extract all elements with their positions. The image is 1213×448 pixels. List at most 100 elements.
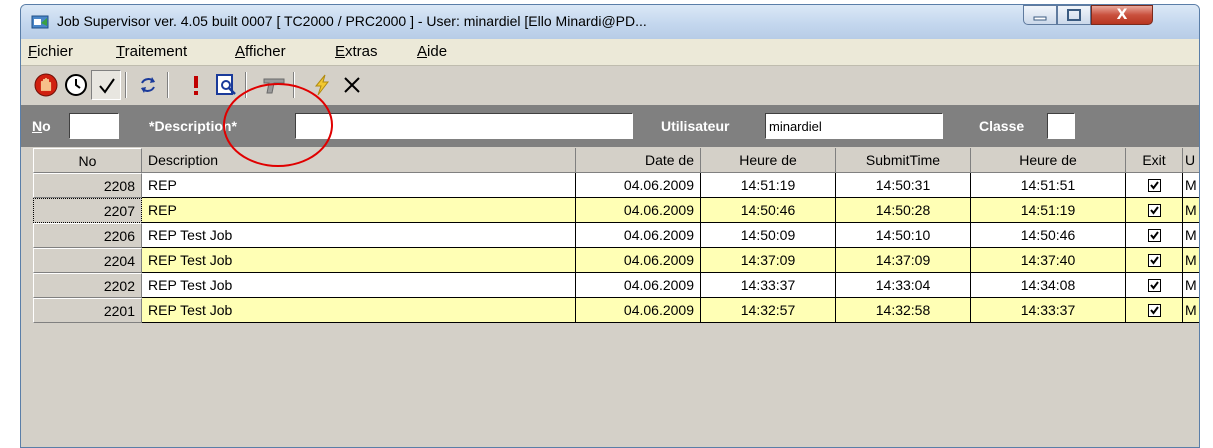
job-number-cell: 2204	[33, 248, 142, 273]
exit-checkbox[interactable]	[1147, 229, 1161, 242]
submit-time-cell: 14:50:28	[836, 198, 971, 223]
description-cell: REP Test Job	[142, 298, 576, 323]
exit-checkbox[interactable]	[1147, 304, 1161, 317]
maximize-icon	[1067, 9, 1081, 21]
class-label: Classe	[979, 118, 1025, 134]
user-cell: M	[1183, 248, 1199, 273]
date-cell: 04.06.2009	[576, 248, 701, 273]
scheduler-button[interactable]	[61, 70, 91, 100]
exit-checkbox[interactable]	[1147, 254, 1161, 267]
end-time-cell: 14:37:40	[971, 248, 1126, 273]
menu-bar: Fichier Traitement Afficher Extras Aide	[21, 39, 1199, 66]
exit-checkbox[interactable]	[1147, 279, 1161, 292]
description-cell: REP Test Job	[142, 248, 576, 273]
close-icon: X	[1116, 7, 1128, 23]
user-cell: M	[1183, 173, 1199, 198]
refresh-icon	[141, 77, 155, 93]
exit-cell	[1126, 298, 1183, 323]
title-bar[interactable]: Job Supervisor ver. 4.05 built 0007 [ TC…	[21, 5, 1199, 40]
menu-aide[interactable]: Aide	[417, 43, 447, 60]
maximize-button[interactable]	[1057, 5, 1091, 25]
end-time-cell: 14:51:51	[971, 173, 1126, 198]
end-time-cell: 14:51:19	[971, 198, 1126, 223]
end-time-cell: 14:50:46	[971, 223, 1126, 248]
app-icon	[31, 15, 49, 29]
column-header-start-time[interactable]: Heure de	[701, 148, 836, 173]
exit-checkbox[interactable]	[1147, 179, 1161, 192]
refresh-button[interactable]	[133, 70, 163, 100]
description-cell: REP Test Job	[142, 223, 576, 248]
date-cell: 04.06.2009	[576, 223, 701, 248]
minimize-button[interactable]	[1023, 5, 1057, 25]
toolbar-separator	[125, 72, 127, 98]
toolbar-separator	[245, 72, 247, 98]
job-number-cell: 2201	[33, 298, 142, 323]
submit-time-cell: 14:37:09	[836, 248, 971, 273]
close-button[interactable]: X	[1091, 5, 1153, 25]
column-header-user[interactable]: U	[1183, 148, 1199, 173]
menu-extras[interactable]: Extras	[335, 43, 378, 60]
date-cell: 04.06.2009	[576, 273, 701, 298]
lightning-icon	[314, 74, 330, 96]
menu-traitement[interactable]: Traitement	[116, 43, 187, 60]
column-header-description[interactable]: Description	[142, 148, 576, 173]
table-row[interactable]: 2207 REP 04.06.2009 14:50:46 14:50:28 14:51:1…	[33, 198, 1199, 223]
window-title: Job Supervisor ver. 4.05 built 0007 [ TC…	[57, 13, 647, 29]
column-header-end-time[interactable]: Heure de	[971, 148, 1126, 173]
column-header-date[interactable]: Date de	[576, 148, 701, 173]
done-filter-button[interactable]	[91, 70, 121, 100]
end-time-cell: 14:33:37	[971, 298, 1126, 323]
close-x-icon	[344, 77, 360, 93]
exit-cell	[1126, 248, 1183, 273]
toolbar-separator	[293, 72, 295, 98]
pistol-icon	[263, 78, 285, 94]
job-number-cell: 2207	[33, 198, 142, 223]
user-cell: M	[1183, 273, 1199, 298]
toolbar-separator	[167, 72, 169, 98]
user-cell: M	[1183, 298, 1199, 323]
user-label: Utilisateur	[661, 118, 730, 134]
trigger-button[interactable]	[307, 70, 337, 100]
description-cell: REP Test Job	[142, 273, 576, 298]
class-filter-input[interactable]	[1047, 113, 1075, 139]
submit-time-cell: 14:32:58	[836, 298, 971, 323]
exit-cell	[1126, 273, 1183, 298]
preview-button[interactable]	[211, 70, 241, 100]
submit-time-cell: 14:33:04	[836, 273, 971, 298]
exclamation-icon	[194, 76, 198, 95]
description-filter-input[interactable]	[295, 113, 633, 139]
app-window: Job Supervisor ver. 4.05 built 0007 [ TC…	[20, 4, 1200, 448]
no-filter-input[interactable]	[69, 113, 119, 139]
exit-cell	[1126, 223, 1183, 248]
alert-button[interactable]	[181, 70, 211, 100]
user-filter-input[interactable]	[765, 113, 943, 139]
stop-button[interactable]	[31, 70, 61, 100]
description-cell: REP	[142, 173, 576, 198]
column-header-submit-time[interactable]: SubmitTime	[836, 148, 971, 173]
menu-fichier[interactable]: Fichier	[28, 43, 73, 60]
column-header-exit[interactable]: Exit	[1126, 148, 1183, 173]
filter-bar: No *Description* Utilisateur Classe	[21, 105, 1199, 147]
menu-afficher[interactable]: Afficher	[235, 43, 286, 60]
cancel-button[interactable]	[337, 70, 367, 100]
kill-button[interactable]	[259, 70, 289, 100]
description-label: *Description*	[149, 118, 237, 134]
toolbar	[21, 66, 1199, 104]
end-time-cell: 14:34:08	[971, 273, 1126, 298]
checkmark-icon	[99, 78, 115, 94]
table-row[interactable]: 2208 REP 04.06.2009 14:51:19 14:50:31 14:51:5…	[33, 173, 1199, 198]
table-row[interactable]: 2202 REP Test Job 04.06.2009 14:33:37 14:33:…	[33, 273, 1199, 298]
submit-time-cell: 14:50:10	[836, 223, 971, 248]
submit-time-cell: 14:50:31	[836, 173, 971, 198]
exit-cell	[1126, 173, 1183, 198]
user-cell: M	[1183, 223, 1199, 248]
table-row[interactable]: 2201 REP Test Job 04.06.2009 14:32:57 14:32:…	[33, 298, 1199, 323]
table-row[interactable]: 2204 REP Test Job 04.06.2009 14:37:09 14:37:…	[33, 248, 1199, 273]
exit-cell	[1126, 198, 1183, 223]
table-row[interactable]: 2206 REP Test Job 04.06.2009 14:50:09 14:50:…	[33, 223, 1199, 248]
exit-checkbox[interactable]	[1147, 204, 1161, 217]
column-header-no[interactable]: No	[33, 148, 142, 173]
start-time-cell: 14:50:09	[701, 223, 836, 248]
start-time-cell: 14:50:46	[701, 198, 836, 223]
job-number-cell: 2208	[33, 173, 142, 198]
